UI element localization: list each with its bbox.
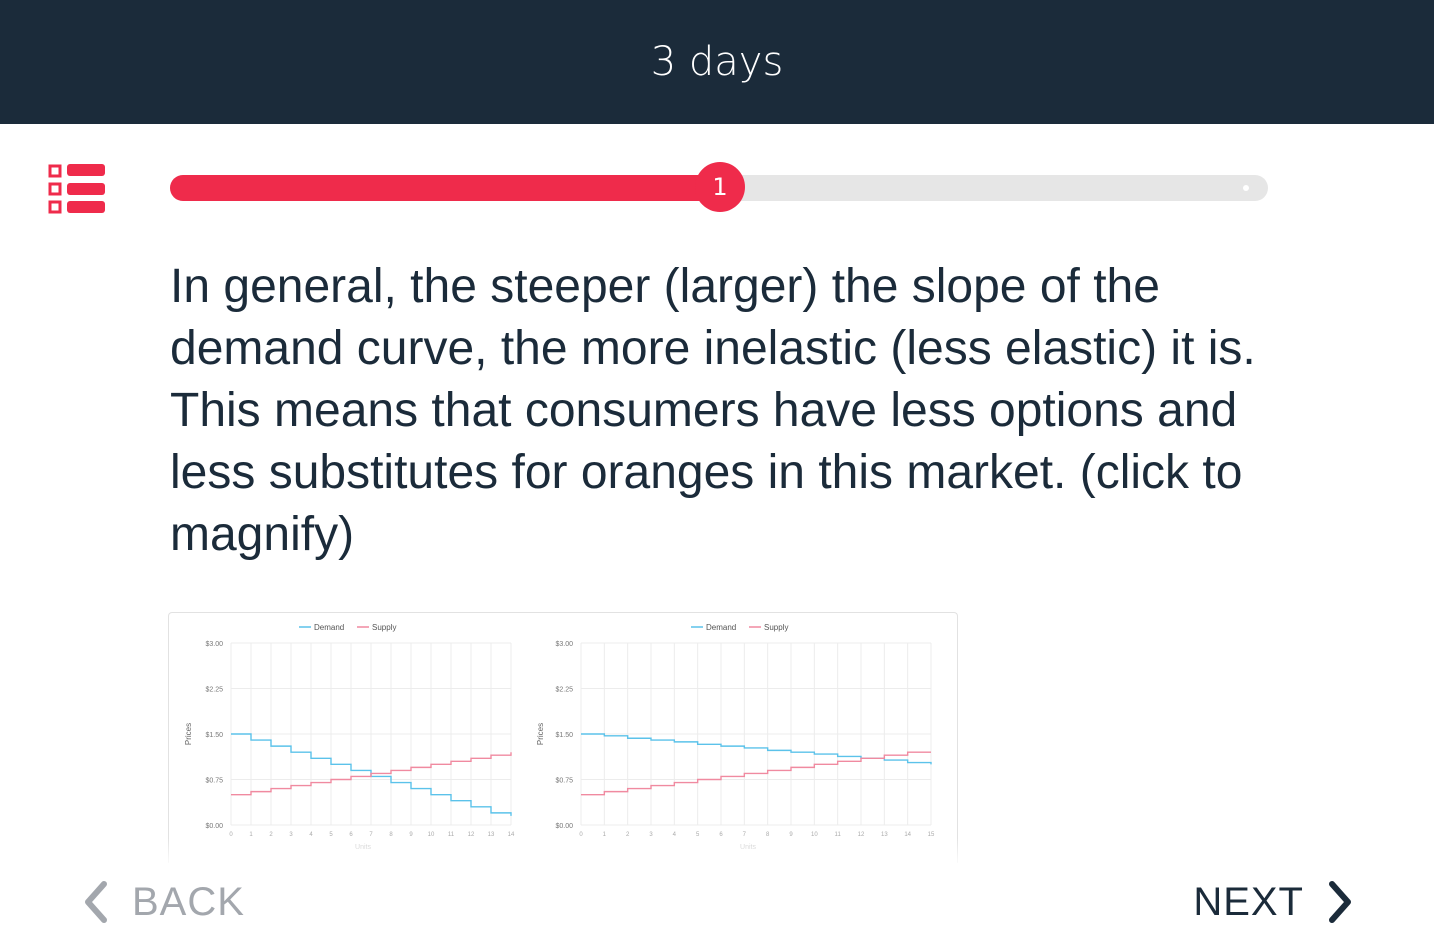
y-tick-label: $3.00 — [555, 641, 573, 648]
back-button[interactable]: BACK — [80, 872, 245, 932]
lesson-text: In general, the steeper (larger) the slo… — [170, 260, 1256, 561]
chart-figure-svg: Demand Supply$0.00$0.75$1.50$2.25$3.000 1 2… — [184, 623, 935, 851]
chevron-left-icon — [85, 881, 107, 923]
next-label: NEXT — [1193, 879, 1304, 924]
chevron-right-icon — [1329, 881, 1351, 923]
legend-demand-label: Demand — [314, 623, 344, 632]
header-bar: 3 days — [0, 0, 1434, 124]
back-label: BACK — [132, 879, 245, 924]
y-tick-label: $0.75 — [555, 778, 573, 785]
y-tick-label: $1.50 — [205, 732, 223, 739]
y-axis-label: Prices — [536, 723, 545, 745]
progress-end-dot — [1243, 185, 1249, 191]
y-tick-label: $1.50 — [555, 732, 573, 739]
legend-supply-label: Supply — [372, 623, 396, 632]
supply-series-line — [581, 751, 931, 796]
progress-step-indicator[interactable]: 1 — [695, 162, 746, 212]
y-tick-label: $3.00 — [205, 641, 223, 648]
figure-fade — [160, 838, 970, 868]
legend-supply-label: Supply — [764, 623, 788, 632]
progress-fill — [170, 175, 723, 201]
demand-series-line — [581, 733, 932, 765]
y-tick-label: $2.25 — [555, 687, 573, 694]
next-button[interactable]: NEXT — [1193, 872, 1356, 932]
chart-figure[interactable]: Demand Supply $0.00 $0.75 $1.50 $2.25 $3.00 0 1 2… — [168, 612, 958, 863]
y-tick-label: $0.75 — [205, 778, 223, 785]
y-tick-label: $2.25 — [205, 687, 223, 694]
y-axis-label: Prices — [184, 723, 193, 745]
y-tick-label: $0.00 — [555, 823, 573, 830]
y-tick-label: $0.00 — [205, 823, 223, 830]
list-menu-icon[interactable] — [48, 164, 106, 214]
page-title: 3 days — [650, 39, 784, 85]
legend-demand-label: Demand — [706, 623, 736, 632]
